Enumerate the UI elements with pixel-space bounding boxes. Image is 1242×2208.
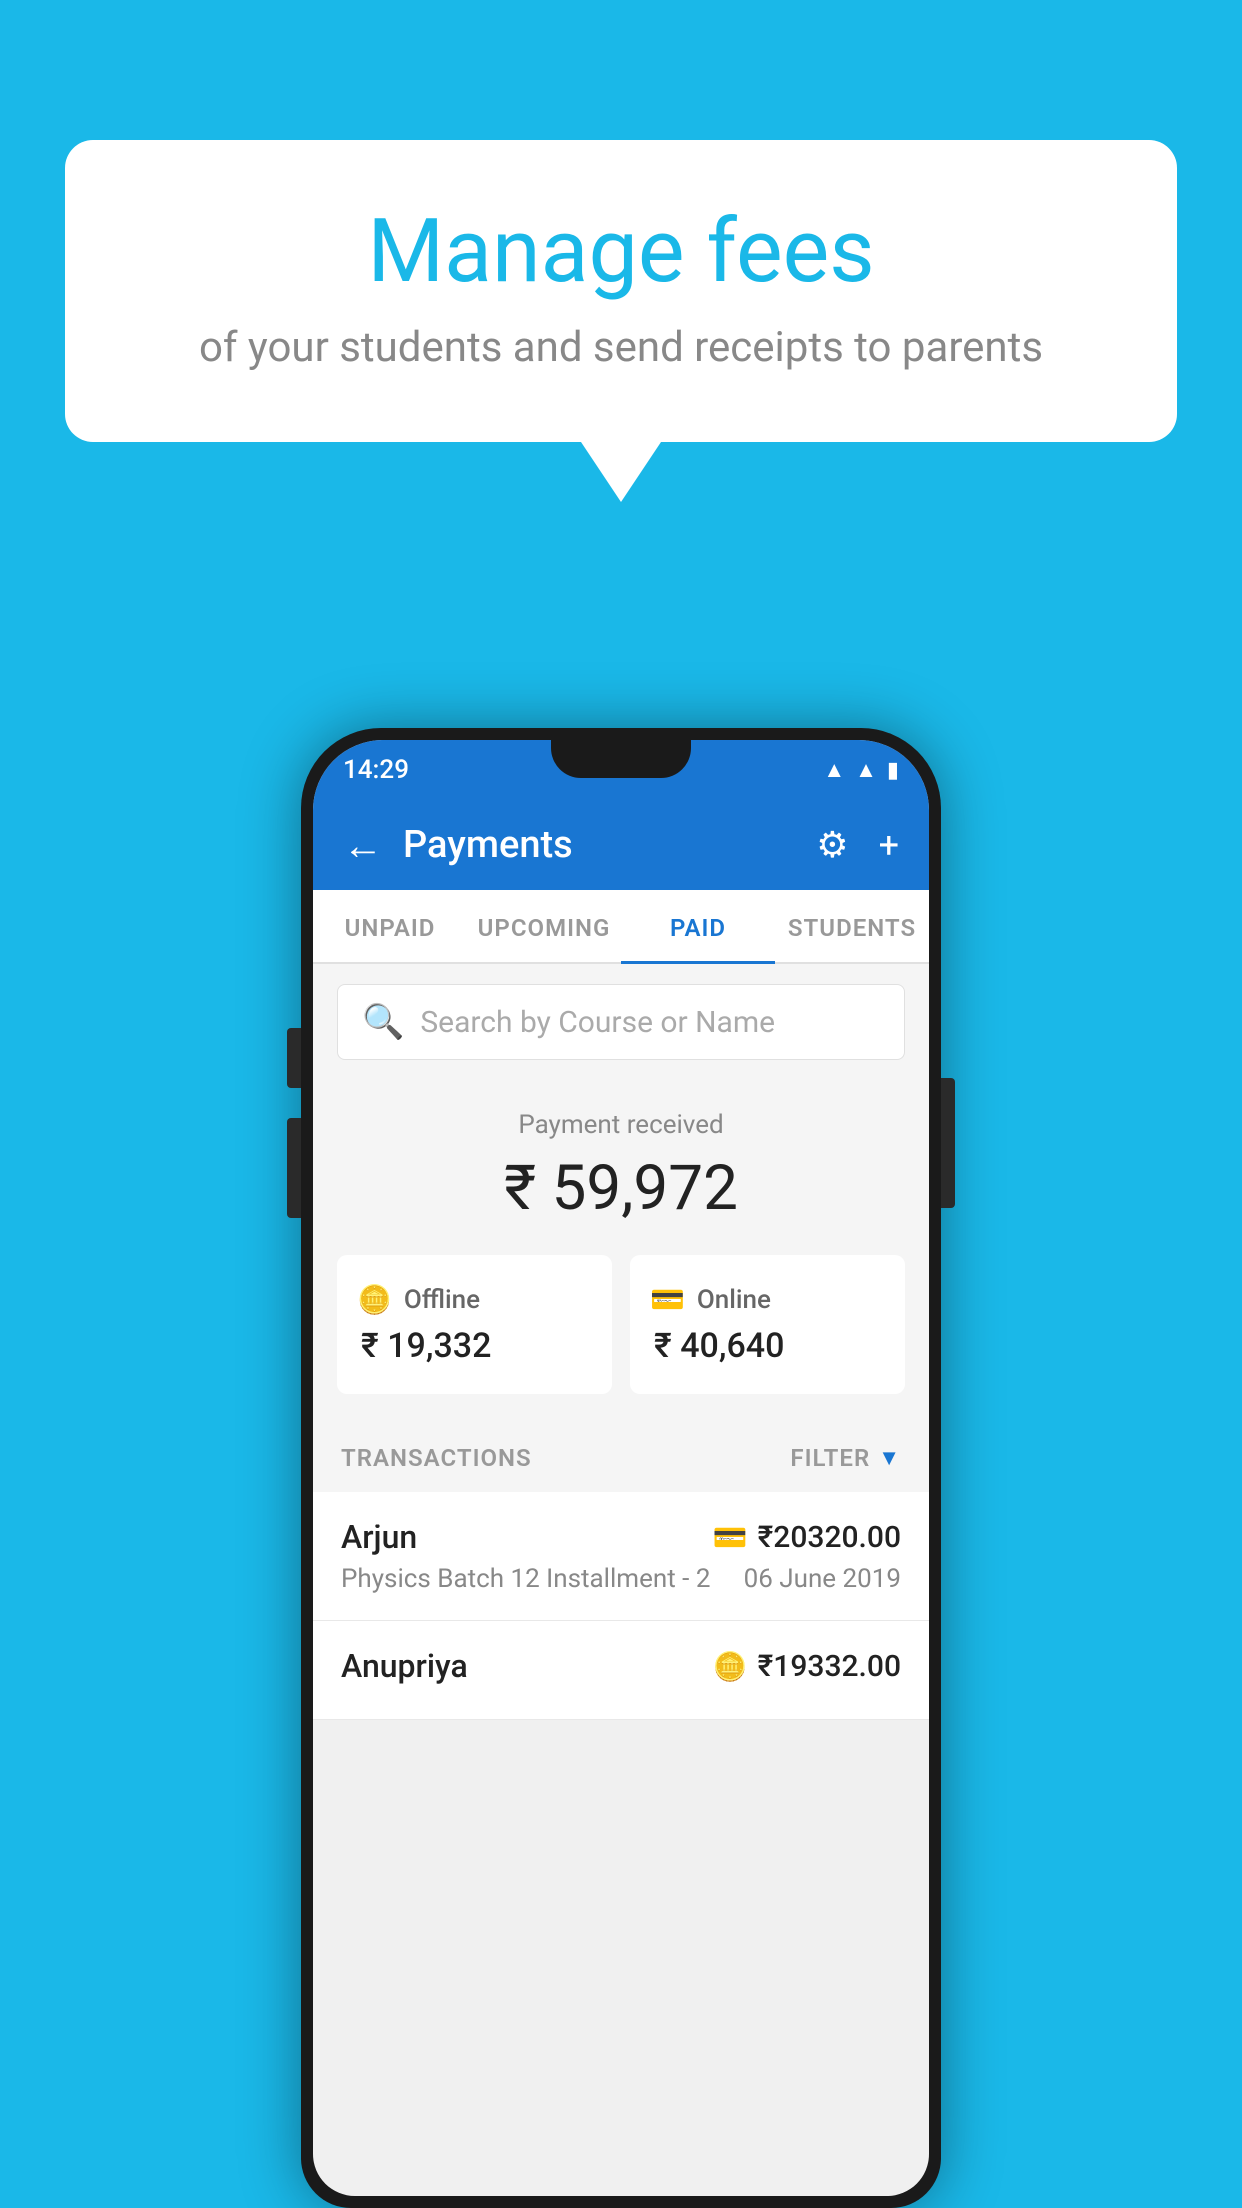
wifi-icon: ▲ xyxy=(823,757,845,783)
status-time: 14:29 xyxy=(343,755,409,785)
payment-total-amount: ₹ 59,972 xyxy=(337,1152,905,1225)
tab-paid[interactable]: PAID xyxy=(621,890,775,962)
volume-down-button xyxy=(287,1118,301,1218)
tab-upcoming[interactable]: UPCOMING xyxy=(467,890,621,962)
transactions-label: TRANSACTIONS xyxy=(341,1444,532,1472)
transaction-date: 06 June 2019 xyxy=(744,1564,901,1594)
speech-bubble-section: Manage fees of your students and send re… xyxy=(65,140,1177,502)
online-payment-card: 💳 Online ₹ 40,640 xyxy=(630,1255,905,1394)
add-icon[interactable]: + xyxy=(879,824,899,866)
tab-students[interactable]: STUDENTS xyxy=(775,890,929,962)
speech-bubble-tail xyxy=(581,442,661,502)
filter-button[interactable]: FILTER ▼ xyxy=(790,1444,901,1472)
online-payment-icon: 💳 xyxy=(713,1521,748,1554)
offline-icon: 🪙 xyxy=(357,1283,392,1316)
speech-bubble-title: Manage fees xyxy=(145,200,1097,303)
app-bar-title: Payments xyxy=(403,823,796,867)
offline-card-header: 🪙 Offline xyxy=(357,1283,592,1316)
transaction-amount-row: 🪙 ₹19332.00 xyxy=(713,1649,901,1684)
filter-icon: ▼ xyxy=(878,1445,901,1471)
phone-notch xyxy=(551,740,691,778)
offline-payment-icon: 🪙 xyxy=(713,1650,748,1683)
online-card-header: 💳 Online xyxy=(650,1283,885,1316)
payment-summary: Payment received ₹ 59,972 🪙 Offline ₹ 19… xyxy=(313,1080,929,1424)
back-button[interactable]: ← xyxy=(343,822,383,869)
volume-up-button xyxy=(287,1028,301,1088)
tabs-bar: UNPAID UPCOMING PAID STUDENTS xyxy=(313,890,929,964)
transaction-top: Arjun 💳 ₹20320.00 xyxy=(341,1518,901,1556)
phone-screen: 14:29 ▲ ▲ ▮ ← Payments ⚙ + UNPAID UPCOMI… xyxy=(313,740,929,2196)
search-input[interactable]: Search by Course or Name xyxy=(420,1005,775,1040)
payment-cards: 🪙 Offline ₹ 19,332 💳 Online ₹ 40,640 xyxy=(337,1255,905,1394)
settings-icon[interactable]: ⚙ xyxy=(816,824,848,866)
speech-bubble: Manage fees of your students and send re… xyxy=(65,140,1177,442)
battery-icon: ▮ xyxy=(887,758,899,783)
power-button xyxy=(941,1078,955,1208)
transaction-amount: ₹20320.00 xyxy=(758,1520,901,1555)
transactions-header: TRANSACTIONS FILTER ▼ xyxy=(313,1424,929,1492)
offline-payment-card: 🪙 Offline ₹ 19,332 xyxy=(337,1255,612,1394)
transaction-amount: ₹19332.00 xyxy=(758,1649,901,1684)
search-icon: 🔍 xyxy=(362,1002,404,1042)
filter-text: FILTER xyxy=(790,1444,870,1472)
app-bar-actions: ⚙ + xyxy=(816,824,899,866)
search-section: 🔍 Search by Course or Name xyxy=(313,964,929,1080)
online-label: Online xyxy=(697,1285,771,1315)
payment-received-label: Payment received xyxy=(337,1110,905,1140)
app-bar: ← Payments ⚙ + xyxy=(313,800,929,890)
offline-amount: ₹ 19,332 xyxy=(357,1326,592,1366)
phone-frame: 14:29 ▲ ▲ ▮ ← Payments ⚙ + UNPAID UPCOMI… xyxy=(301,728,941,2208)
online-amount: ₹ 40,640 xyxy=(650,1326,885,1366)
transaction-row[interactable]: Arjun 💳 ₹20320.00 Physics Batch 12 Insta… xyxy=(313,1492,929,1621)
transaction-top: Anupriya 🪙 ₹19332.00 xyxy=(341,1647,901,1685)
status-icons: ▲ ▲ ▮ xyxy=(823,757,899,783)
speech-bubble-subtitle: of your students and send receipts to pa… xyxy=(145,323,1097,372)
transaction-course: Physics Batch 12 Installment - 2 xyxy=(341,1564,710,1594)
tab-unpaid[interactable]: UNPAID xyxy=(313,890,467,962)
signal-icon: ▲ xyxy=(855,757,877,783)
transaction-bottom: Physics Batch 12 Installment - 2 06 June… xyxy=(341,1564,901,1594)
transaction-row[interactable]: Anupriya 🪙 ₹19332.00 xyxy=(313,1621,929,1720)
transaction-name: Arjun xyxy=(341,1518,417,1556)
search-box[interactable]: 🔍 Search by Course or Name xyxy=(337,984,905,1060)
offline-label: Offline xyxy=(404,1285,480,1315)
online-icon: 💳 xyxy=(650,1283,685,1316)
transaction-name: Anupriya xyxy=(341,1647,468,1685)
transaction-amount-row: 💳 ₹20320.00 xyxy=(713,1520,901,1555)
